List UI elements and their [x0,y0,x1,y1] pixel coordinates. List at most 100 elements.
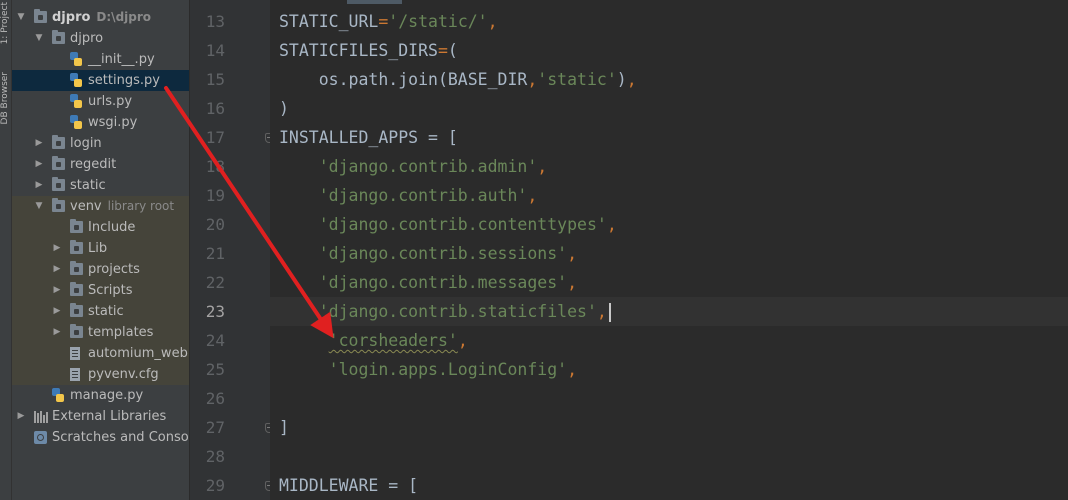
tree-item-label: login [70,136,102,151]
tree-item-settings-py[interactable]: settings.py [12,70,189,91]
code-string: 'django.contrib.sessions' [279,244,568,263]
tree-item-automium-web-ws[interactable]: automium_web.ws [12,343,189,364]
line-number: 23 [205,302,225,321]
code-line[interactable]: INSTALLED_APPS = [ [279,123,458,152]
folder-icon [70,261,83,275]
code-text: os.path.join(BASE_DIR [279,70,528,89]
code-punctuation: , [567,273,578,292]
tree-item-projects[interactable]: ▶ projects [12,259,189,280]
tree-item-login[interactable]: ▶ login [12,133,189,154]
folder-icon [70,324,83,338]
python-file-icon [70,94,82,108]
code-string: 'login.apps.LoginConfig' [279,360,568,379]
tree-item-static[interactable]: ▶ static [12,175,189,196]
code-editor[interactable]: STATIC_URL='/static/', STATICFILES_DIRS=(… [270,0,1068,500]
chevron-right-icon[interactable]: ▶ [34,175,44,196]
tree-item-lib[interactable]: ▶ Lib [12,238,189,259]
project-tree: ▼ djpro D:\djpro ▼ djpro __init__.py settings.… [12,0,190,500]
tree-item-label: djpro [70,31,104,46]
code-line[interactable]: 'django.contrib.auth', [279,181,538,210]
code-line[interactable]: MIDDLEWARE = [ [279,471,418,500]
tree-item-scripts[interactable]: ▶ Scripts [12,280,189,301]
chevron-right-icon[interactable]: ▶ [52,259,62,280]
db-browser-tool-tab[interactable]: DB Browser [0,72,11,124]
chevron-right-icon[interactable]: ▶ [52,322,62,343]
tree-item-static[interactable]: ▶ static [12,301,189,322]
line-number: 21 [205,244,225,263]
line-number: 20 [205,215,225,234]
line-number: 27 [205,418,225,437]
tree-item-pyvenv-cfg[interactable]: pyvenv.cfg [12,364,189,385]
code-string: '/static/' [388,12,488,31]
chevron-right-icon[interactable]: ▶ [52,280,62,301]
tree-item-label: projects [88,262,140,277]
folder-icon [52,135,65,149]
tree-item-venv[interactable]: ▼ venv library root [12,196,189,217]
folder-icon [52,156,65,170]
tree-item-urls-py[interactable]: urls.py [12,91,189,112]
tree-item-init-py[interactable]: __init__.py [12,49,189,70]
code-line[interactable]: 'django.contrib.messages', [279,268,577,297]
line-number: 28 [205,447,225,466]
chevron-right-icon[interactable]: ▶ [34,133,44,154]
code-line[interactable]: STATICFILES_DIRS=( [279,36,458,65]
code-punctuation: , [527,186,538,205]
code-line[interactable]: os.path.join(BASE_DIR,'static'), [279,65,637,94]
line-number: 29 [205,476,225,495]
chevron-right-icon[interactable]: ▶ [52,301,62,322]
tree-item-wsgi-py[interactable]: wsgi.py [12,112,189,133]
tree-item-djpro[interactable]: ▼ djpro D:\djpro [12,7,189,28]
chevron-right-icon[interactable]: ▶ [16,406,26,427]
tree-item-include[interactable]: Include [12,217,189,238]
code-line[interactable]: 'django.contrib.staticfiles', [279,297,611,326]
tree-item-scratches-and-consoles[interactable]: Scratches and Consoles [12,427,189,448]
config-file-icon [70,368,80,381]
code-line[interactable]: ) [279,94,289,123]
code-line[interactable]: STATIC_URL='/static/', [279,7,498,36]
line-number: 16 [205,99,225,118]
chevron-down-icon[interactable]: ▼ [16,7,26,28]
code-text: ( [447,41,458,60]
code-line[interactable]: 'corsheaders', [279,326,468,355]
line-number: 19 [205,186,225,205]
code-text: ) [616,70,627,89]
library-icon [34,411,48,423]
python-file-icon [70,52,82,66]
line-number: 14 [205,41,225,60]
tree-item-manage-py[interactable]: manage.py [12,385,189,406]
tree-item-label: venv library root [70,199,175,214]
chevron-right-icon[interactable]: ▶ [52,238,62,259]
tree-item-external-libraries[interactable]: ▶ External Libraries [12,406,189,427]
chevron-right-icon[interactable]: ▶ [34,154,44,175]
code-line[interactable]: 'django.contrib.admin', [279,152,547,181]
code-punctuation: , [567,360,578,379]
code-punctuation: , [537,157,548,176]
tree-item-label: External Libraries [52,409,167,424]
line-number: 15 [205,70,225,89]
tree-item-label: djpro D:\djpro [52,10,152,25]
line-number: 22 [205,273,225,292]
tree-item-regedit[interactable]: ▶ regedit [12,154,189,175]
line-number: 24 [205,331,225,350]
config-file-icon [70,347,80,360]
code-punctuation: , [606,215,617,234]
chevron-down-icon[interactable]: ▼ [34,196,44,217]
tree-item-djpro[interactable]: ▼ djpro [12,28,189,49]
tree-item-templates[interactable]: ▶ templates [12,322,189,343]
tree-item-hint: D:\djpro [96,10,152,24]
project-tool-tab[interactable]: 1: Project [0,2,11,44]
line-number: 26 [205,389,225,408]
code-line[interactable]: ] [279,413,289,442]
tree-item-hint: library root [107,199,175,213]
code-line[interactable]: 'login.apps.LoginConfig', [279,355,577,384]
code-string: 'django.contrib.admin' [279,157,538,176]
tree-item-label: Scripts [88,283,133,298]
folder-icon [52,198,65,212]
code-string: 'corsheaders' [328,331,458,350]
tree-item-label: automium_web.ws [88,346,189,361]
chevron-down-icon[interactable]: ▼ [34,28,44,49]
folder-icon [52,177,65,191]
code-line[interactable]: 'django.contrib.contenttypes', [279,210,617,239]
code-line[interactable]: 'django.contrib.sessions', [279,239,577,268]
